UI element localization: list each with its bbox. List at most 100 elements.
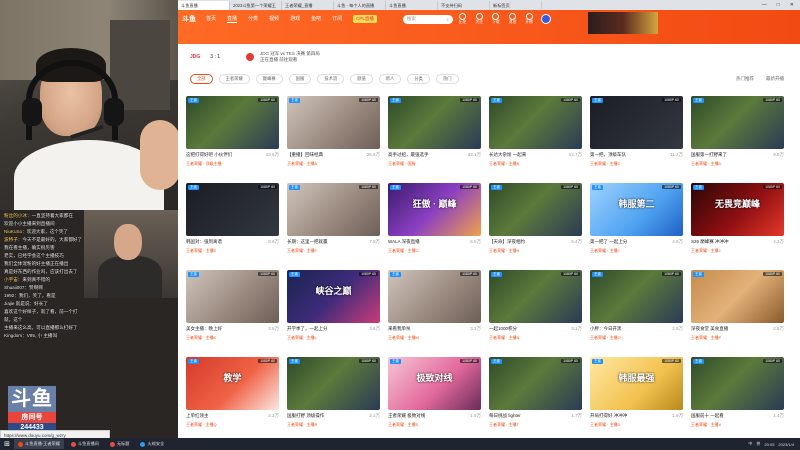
room-category[interactable]: 王者荣耀 · 主播F [287, 248, 317, 253]
room-title[interactable]: 韩国对：强到离谱 [186, 239, 222, 245]
room-thumbnail[interactable]: 王者 1080P 60 [691, 270, 784, 323]
room-category[interactable]: 王者荣耀 · 主播H [489, 248, 519, 253]
room-title[interactable]: 高手过招，最强选手 [388, 152, 429, 158]
room-category[interactable]: 王者荣耀 · 主播I [590, 248, 619, 253]
room-thumbnail[interactable]: 王者 1080P 60 [287, 183, 380, 236]
room-category[interactable]: 王者荣耀 · 主播T [489, 422, 519, 427]
search-input[interactable]: 搜索 [407, 16, 416, 22]
room-thumbnail[interactable]: 王者 1080P 60 狂傲 · 巅峰 [388, 183, 481, 236]
room-thumbnail[interactable]: 王者 1080P 60 [691, 96, 784, 149]
room-title[interactable]: 开学季了，一起上分 [287, 326, 328, 332]
live-room-card[interactable]: 王者 1080P 60 每日挑战 fighter 1.7万 王者荣耀 · 主播T [489, 357, 582, 439]
room-category[interactable]: 王者荣耀 · 主播Q [186, 422, 217, 427]
view-option[interactable]: 最新开播 [766, 76, 784, 82]
room-title[interactable]: 长期：这里一把就赢 [287, 239, 328, 245]
tray-item[interactable]: 20:05 [764, 442, 774, 447]
filter-chip[interactable]: 颜值 [350, 74, 373, 84]
room-category[interactable]: 王者荣耀 · 国服 [388, 161, 416, 166]
room-category[interactable]: 王者荣耀 · 顶级主播 [186, 161, 222, 166]
nav-item[interactable]: 鱼吧 [311, 15, 321, 23]
room-category[interactable]: 王者荣耀 · 主播E [186, 248, 216, 253]
room-thumbnail[interactable]: 王者 1080P 60 [388, 270, 481, 323]
live-room-card[interactable]: 王者 1080P 60 一起1000积分 3.1万 王者荣耀 · 主播N [489, 270, 582, 352]
live-room-card[interactable]: 王者 1080P 60 【天命】深夜相约 5.4万 王者荣耀 · 主播H [489, 183, 582, 265]
room-thumbnail[interactable]: 王者 1080P 60 [287, 96, 380, 149]
room-title[interactable]: 每日挑战 fighter [489, 413, 521, 419]
search-box[interactable]: 搜索 ⌕ [402, 14, 453, 24]
room-category[interactable]: 王者荣耀 · 主播M [388, 335, 419, 340]
nav-item[interactable]: 首页 [206, 15, 216, 23]
live-room-card[interactable]: 王者 1080P 60 美女主播：晚上好 3.9万 王者荣耀 · 主播K [186, 270, 279, 352]
browser-tab[interactable]: 2023斗鱼第一个荣耀王 [230, 0, 282, 10]
room-thumbnail[interactable]: 王者 1080P 60 极致对线 [388, 357, 481, 410]
live-room-card[interactable]: 王者 1080P 60 【重播】回味经典 26.5万 王者荣耀 · 主播A [287, 96, 380, 178]
taskbar-app[interactable]: 火绒安全 [136, 439, 168, 449]
room-category[interactable]: 王者荣耀 · 主播C [590, 161, 620, 166]
promo-badge[interactable]: CPL直播 [353, 15, 377, 23]
live-room-card[interactable]: 王者 1080P 60 极致对线 王者荣耀 极致对线 1.9万 王者荣耀 · 主播S [388, 357, 481, 439]
taskbar-app[interactable]: 无标题 [106, 439, 134, 449]
filter-chip[interactable]: 国服 [288, 74, 312, 84]
start-button[interactable]: ⊞ [0, 438, 14, 450]
browser-tab[interactable]: 斗鱼直播 [386, 0, 438, 10]
filter-chip[interactable]: 全部 [190, 74, 213, 84]
live-room-card[interactable]: 王者 1080P 60 来看我单杀 3.3万 王者荣耀 · 主播M [388, 270, 481, 352]
filter-chip[interactable]: 新人 [378, 74, 402, 84]
room-title[interactable]: 这把打得好吧 小伙伴们 [186, 152, 232, 158]
room-thumbnail[interactable]: 王者 1080P 60 [186, 96, 279, 149]
live-room-card[interactable]: 王者 1080P 60 韩国对：强到离谱 8.6万 王者荣耀 · 主播E [186, 183, 279, 265]
live-room-card[interactable]: 王者 1080P 60 国服打野 顶级操作 2.1万 王者荣耀 · 主播R [287, 357, 380, 439]
live-room-card[interactable]: 王者 1080P 60 教学 上单红领主 2.3万 王者荣耀 · 主播Q [186, 357, 279, 439]
live-room-card[interactable]: 王者 1080P 60 国服第一打野来了 9.8万 王者荣耀 · 主播D [691, 96, 784, 178]
tray-item[interactable]: 中 [748, 441, 752, 447]
live-room-card[interactable]: 王者 1080P 60 深夜食堂 美食直播 2.5万 王者荣耀 · 主播P [691, 270, 784, 352]
live-room-card[interactable]: 王者 1080P 60 无畏竞巅峰 S26 巅峰赛 冲冲冲 4.2万 王者荣耀 · 主播J [691, 183, 784, 265]
room-title[interactable]: 国服第一打野来了 [691, 152, 727, 158]
room-category[interactable]: 王者荣耀 · 主播A [287, 161, 317, 166]
live-room-card[interactable]: 王者 1080P 60 第一把，顶级车队 11.2万 王者荣耀 · 主播C [590, 96, 683, 178]
room-category[interactable]: 王者荣耀 · 主播L [287, 335, 317, 340]
room-thumbnail[interactable]: 王者 1080P 60 韩服最强 [590, 357, 683, 410]
room-title[interactable]: 第一把，顶级车队 [590, 152, 626, 158]
filter-chip[interactable]: 分类 [407, 74, 430, 84]
maximize-icon[interactable]: □ [777, 2, 780, 8]
close-icon[interactable]: ✕ [790, 2, 794, 8]
room-title[interactable]: 美女主播：晚上好 [186, 326, 222, 332]
nav-item[interactable]: 游戏 [290, 15, 300, 23]
room-thumbnail[interactable]: 王者 1080P 60 [388, 96, 481, 149]
live-room-card[interactable]: 王者 1080P 60 韩服最强 开局打得好 冲冲冲 1.6万 王者荣耀 · 主播U [590, 357, 683, 439]
nav-item[interactable]: 分类 [248, 15, 258, 23]
room-category[interactable]: 王者荣耀 · 主播S [388, 422, 418, 427]
room-thumbnail[interactable]: 王者 1080P 60 教学 [186, 357, 279, 410]
room-title[interactable]: 第一把了 一起上分 [590, 239, 627, 245]
room-thumbnail[interactable]: 王者 1080P 60 [590, 270, 683, 323]
filter-chip[interactable]: 王者荣耀 [218, 74, 250, 84]
room-thumbnail[interactable]: 王者 1080P 60 [489, 96, 582, 149]
room-title[interactable]: 【天命】深夜相约 [489, 239, 525, 245]
browser-tab[interactable]: 斗鱼 - 每个人的直播 [334, 0, 386, 10]
browser-tab[interactable]: 新标签页 [490, 0, 542, 10]
follow-button[interactable]: 关注 [475, 13, 483, 25]
room-thumbnail[interactable]: 王者 1080P 60 [186, 270, 279, 323]
live-room-card[interactable]: 王者 1080P 60 狂傲 · 巅峰 WALA 深夜直播 6.5万 王者荣耀 · 主播G [388, 183, 481, 265]
room-thumbnail[interactable]: 王者 1080P 60 无畏竞巅峰 [691, 183, 784, 236]
room-title[interactable]: 国服打野 顶级操作 [287, 413, 324, 419]
room-thumbnail[interactable]: 王者 1080P 60 [691, 357, 784, 410]
taskbar-app[interactable]: 斗鱼直播-王者荣耀 [14, 439, 64, 449]
message-button[interactable]: 消息 [509, 13, 516, 25]
view-option[interactable]: 热门推荐 [736, 76, 754, 82]
live-room-card[interactable]: 王者 1080P 60 这把打得好吧 小伙伴们 22.6万 王者荣耀 · 顶级主播 [186, 96, 279, 178]
room-title[interactable]: 王者荣耀 极致对线 [388, 413, 425, 419]
room-category[interactable]: 王者荣耀 · 主播N [489, 335, 519, 340]
browser-tab[interactable]: 斗鱼直播 [178, 0, 230, 10]
user-avatar[interactable] [540, 14, 551, 24]
room-thumbnail[interactable]: 王者 1080P 60 [287, 357, 380, 410]
room-title[interactable]: 开局打得好 冲冲冲 [590, 413, 627, 419]
taskbar-app[interactable]: 斗鱼直播间 [67, 439, 103, 449]
room-category[interactable]: 王者荣耀 · 主播R [287, 422, 317, 427]
match-team[interactable]: JDG [190, 54, 200, 60]
room-title[interactable]: 【重播】回味经典 [287, 152, 323, 158]
room-title[interactable]: S26 巅峰赛 冲冲冲 [691, 239, 729, 245]
room-thumbnail[interactable]: 王者 1080P 60 [590, 96, 683, 149]
room-title[interactable]: 一起1000积分 [489, 326, 517, 332]
